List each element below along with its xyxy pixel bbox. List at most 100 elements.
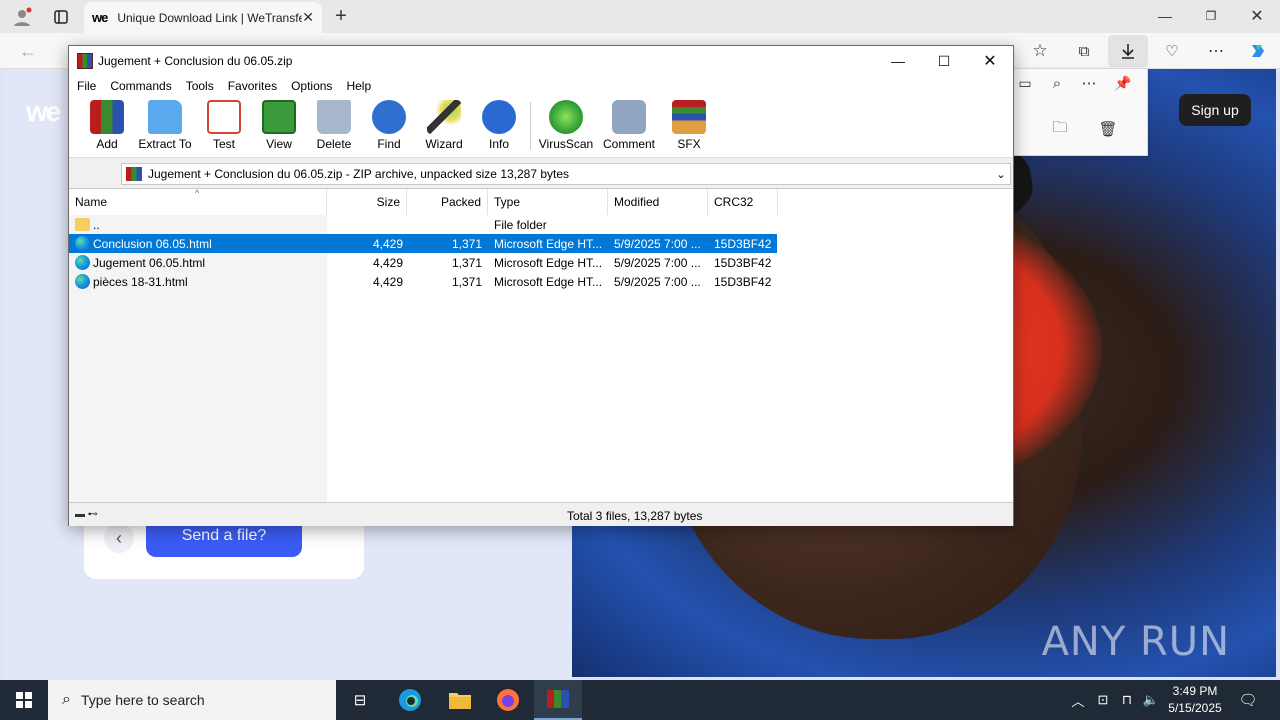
show-in-folder-icon[interactable]: 🗀 — [1045, 115, 1075, 143]
winrar-minimize-icon[interactable]: — — [875, 46, 921, 76]
chevron-down-icon[interactable]: ⌄ — [992, 168, 1010, 181]
file-explorer-icon[interactable] — [436, 680, 484, 720]
virusscan-label: VirusScan — [538, 137, 594, 151]
column-size-label: Size — [376, 195, 400, 209]
extract-to-button[interactable]: Extract To — [133, 100, 197, 156]
column-modified-label: Modified — [614, 195, 660, 209]
network-icon[interactable]: ⊓ — [1116, 680, 1138, 720]
menu-favorites[interactable]: Favorites — [228, 79, 277, 93]
show-hidden-icons-icon[interactable]: ︿ — [1066, 680, 1090, 720]
menu-file[interactable]: File — [77, 79, 96, 93]
extract-folder-icon — [148, 100, 182, 134]
new-tab-icon[interactable]: + — [330, 4, 352, 28]
row-modified: 5/9/2025 7:00 ... — [614, 236, 701, 251]
search-placeholder: Type here to search — [80, 692, 205, 708]
notifications-icon[interactable]: 🗨 — [1232, 680, 1264, 720]
wetransfer-logo[interactable]: we — [26, 96, 61, 128]
profile-icon[interactable] — [8, 4, 36, 30]
delete-download-icon[interactable]: 🗑 — [1093, 115, 1123, 143]
column-header-name[interactable]: Name ^ — [69, 188, 327, 215]
edge-taskbar-icon[interactable] — [386, 680, 434, 720]
status-bar: ▬ ⊷ Total 3 files, 13,287 bytes — [69, 502, 1013, 526]
back-icon[interactable]: ← — [16, 39, 40, 63]
column-crc-label: CRC32 — [714, 195, 754, 209]
menu-commands[interactable]: Commands — [110, 79, 171, 93]
row-type: Microsoft Edge HT... — [494, 274, 603, 289]
downloads-panel: ▭ ⌕ ⋯ 📌 🗀 🗑 — [1006, 68, 1148, 156]
menu-help[interactable]: Help — [346, 79, 371, 93]
table-row[interactable]: Jugement 06.05.html 4,429 1,371 Microsof… — [69, 253, 777, 272]
pin-icon[interactable]: 📌 — [1111, 71, 1135, 95]
signup-button[interactable]: Sign up — [1179, 94, 1251, 126]
search-downloads-icon[interactable]: ⌕ — [1045, 71, 1069, 95]
winrar-maximize-icon[interactable]: ☐ — [921, 46, 967, 76]
table-row[interactable]: pièces 18-31.html 4,429 1,371 Microsoft … — [69, 272, 777, 291]
firefox-icon[interactable] — [484, 680, 532, 720]
close-icon[interactable]: ✕ — [1242, 4, 1272, 28]
drive-icon[interactable]: ▬ ⊷ — [75, 509, 98, 520]
table-row[interactable]: Conclusion 06.05.html 4,429 1,371 Micros… — [69, 234, 777, 253]
column-header-crc32[interactable]: CRC32 — [708, 189, 778, 215]
close-tab-icon[interactable]: ✕ — [302, 9, 314, 26]
task-view-icon[interactable]: ⊟ — [336, 680, 384, 720]
wetransfer-favicon-icon: we — [92, 10, 108, 25]
start-icon[interactable] — [0, 680, 48, 720]
edge-file-icon — [75, 236, 90, 251]
tab-title: Unique Download Link | WeTransfer — [117, 10, 303, 25]
row-name: pièces 18-31.html — [93, 274, 188, 289]
column-header-type[interactable]: Type — [488, 189, 608, 215]
tab-actions-icon[interactable] — [48, 4, 74, 30]
archive-icon — [126, 167, 142, 181]
sort-ascending-icon: ^ — [195, 188, 200, 198]
status-text: Total 3 files, 13,287 bytes — [567, 509, 703, 523]
wand-icon — [427, 100, 461, 134]
book-icon — [262, 100, 296, 134]
comment-icon — [612, 100, 646, 134]
test-icon — [207, 100, 241, 134]
menu-tools[interactable]: Tools — [186, 79, 214, 93]
sfx-button[interactable]: SFX — [657, 100, 721, 156]
volume-icon[interactable]: 🔈 — [1140, 680, 1162, 720]
magnifier-icon — [372, 100, 406, 134]
clock-time: 3:49 PM — [1172, 684, 1218, 698]
browser-essentials-icon[interactable]: ♡ — [1160, 39, 1184, 63]
column-header-modified[interactable]: Modified — [608, 189, 708, 215]
menu-options[interactable]: Options — [291, 79, 332, 93]
info-button[interactable]: Info — [467, 100, 531, 156]
anyrun-watermark: ANY RUN — [1041, 619, 1230, 665]
row-packed: 1,371 — [451, 255, 482, 270]
winrar-close-icon[interactable]: ✕ — [967, 46, 1013, 76]
taskbar-clock[interactable]: 3:49 PM 5/15/2025 — [1160, 683, 1230, 717]
row-name: Conclusion 06.05.html — [93, 236, 212, 251]
restore-icon[interactable]: ❐ — [1196, 4, 1226, 28]
taskbar: ⌕ Type here to search ⊟ ︿ ⊡ ⊓ 🔈 3:49 PM … — [0, 680, 1280, 720]
taskbar-search[interactable]: ⌕ Type here to search — [48, 680, 336, 720]
table-row[interactable]: .. File folder — [69, 215, 777, 234]
path-combobox[interactable]: Jugement + Conclusion du 06.05.zip - ZIP… — [121, 163, 1011, 185]
row-name: Jugement 06.05.html — [93, 255, 206, 270]
add-button[interactable]: Add — [75, 100, 139, 156]
tray-app-icon[interactable]: ⊡ — [1092, 680, 1114, 720]
row-crc32: 15D3BF42 — [714, 236, 772, 251]
column-header-packed[interactable]: Packed — [407, 189, 488, 215]
virusscan-button[interactable]: VirusScan — [534, 100, 598, 156]
comment-button[interactable]: Comment — [597, 100, 661, 156]
sfx-label: SFX — [677, 137, 701, 151]
row-packed: 1,371 — [451, 274, 482, 289]
copilot-icon[interactable] — [1244, 37, 1272, 65]
info-label: Info — [488, 137, 509, 151]
column-header-size[interactable]: Size — [327, 189, 407, 215]
column-name-label: Name — [75, 195, 108, 209]
row-modified: 5/9/2025 7:00 ... — [614, 255, 701, 270]
browser-tab[interactable]: we Unique Download Link | WeTransfer ✕ — [84, 2, 322, 33]
winrar-taskbar-icon[interactable] — [534, 680, 582, 720]
more-icon[interactable]: ⋯ — [1204, 39, 1228, 63]
minimize-icon[interactable]: — — [1150, 4, 1180, 28]
favorites-icon[interactable]: ☆ — [1028, 39, 1052, 63]
open-folder-icon[interactable]: ▭ — [1013, 71, 1037, 95]
downloads-icon[interactable] — [1108, 35, 1148, 67]
info-icon — [482, 100, 516, 134]
back-button[interactable]: ‹ — [104, 523, 134, 553]
collections-icon[interactable]: ⧉ — [1072, 39, 1096, 63]
more-options-icon[interactable]: ⋯ — [1077, 71, 1101, 95]
